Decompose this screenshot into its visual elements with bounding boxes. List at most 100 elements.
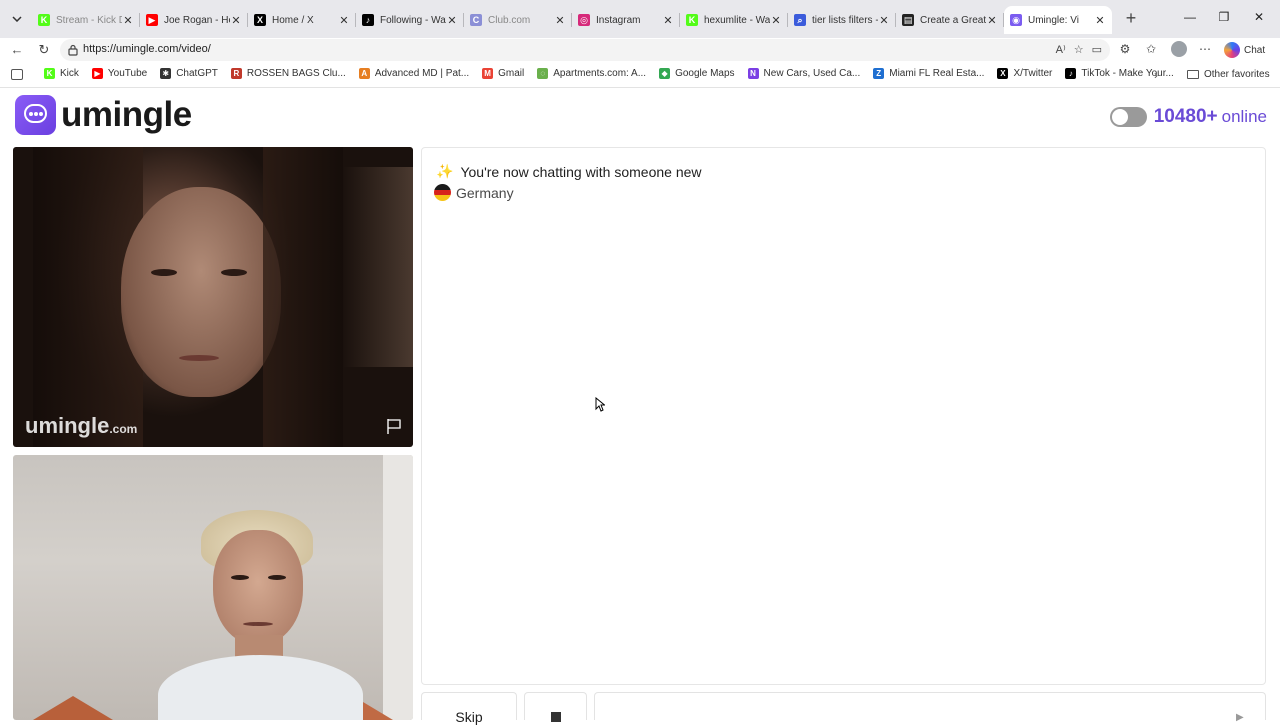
tab-close-icon[interactable]: ✕ — [878, 14, 890, 27]
online-count: 10480+ — [1153, 106, 1218, 127]
copilot-chat-label: Chat — [1244, 44, 1266, 56]
back-icon[interactable]: ← — [9, 42, 25, 58]
stranger-face — [121, 187, 281, 397]
bookmark-label: New Cars, Used Ca... — [763, 68, 861, 79]
browser-tab[interactable]: ♪ Following - Watc✕ — [356, 6, 464, 34]
theme-toggle[interactable] — [1109, 107, 1147, 127]
tab-title: Club.com — [488, 14, 531, 26]
close-window-icon[interactable]: ✕ — [1249, 10, 1269, 24]
browser-tab[interactable]: ▶ Joe Rogan - He I✕ — [140, 6, 248, 34]
address-bar[interactable]: https://umingle.com/video/ A⁾ ☆ ▭ — [60, 39, 1110, 61]
read-aloud-icon[interactable]: A⁾ — [1056, 43, 1066, 56]
refresh-icon[interactable]: ↻ — [36, 42, 52, 58]
tab-close-icon[interactable]: ✕ — [554, 14, 566, 27]
address-bar-icons: A⁾ ☆ ▭ — [1056, 43, 1102, 56]
site-logo[interactable]: umingle — [15, 95, 192, 135]
video-icon[interactable]: ▭ — [1092, 43, 1102, 56]
mouse-cursor-icon — [595, 397, 605, 412]
self-video — [13, 455, 413, 720]
browser-tab[interactable]: ▤ Create a Greater✕ — [896, 6, 1004, 34]
tab-title: Stream - Kick Da — [56, 14, 122, 26]
bookmark-label: X/Twitter — [1013, 68, 1053, 79]
bookmark-item[interactable]: X X/Twitter — [997, 68, 1052, 79]
favorite-star-icon[interactable]: ☆ — [1074, 43, 1084, 56]
bookmark-item[interactable]: M Gmail — [482, 68, 524, 79]
tab-title: Home / X — [272, 14, 314, 26]
other-favorites-folder[interactable]: Other favorites — [1187, 69, 1270, 80]
watermark-domain: .com — [109, 422, 138, 436]
more-bookmarks-chevron-icon[interactable]: › — [1154, 68, 1158, 82]
bookmark-label: ChatGPT — [176, 68, 218, 79]
bookmark-item[interactable]: K Kick — [44, 68, 79, 79]
bookmark-favicon-icon: ♪ — [1065, 68, 1077, 79]
bookmark-item[interactable]: N New Cars, Used Ca... — [747, 68, 861, 79]
browser-tab[interactable]: Khexumlite - Watc✕ — [680, 6, 788, 34]
tab-favicon-icon: ◎ — [578, 14, 590, 26]
bookmark-item[interactable]: A Advanced MD | Pat... — [358, 68, 469, 79]
stop-button[interactable] — [524, 692, 587, 722]
copilot-chat-button[interactable]: Chat — [1224, 41, 1265, 59]
extensions-icon[interactable]: ⚙ — [1117, 42, 1133, 56]
browser-tab[interactable]: X Home / X ✕ — [248, 6, 356, 34]
message-input[interactable] — [594, 692, 1266, 720]
bookmark-item[interactable]: ◆ Google Maps — [659, 68, 735, 79]
bookmark-favicon-icon: ◆ — [659, 68, 671, 79]
browser-tab[interactable]: ◉ Umingle: Vi ✕ — [1004, 6, 1112, 34]
profile-avatar[interactable] — [1171, 41, 1187, 57]
bookmark-item[interactable]: Z Miami FL Real Esta... — [873, 68, 984, 79]
skip-button[interactable]: Skip — [421, 692, 517, 725]
report-flag-icon[interactable] — [385, 417, 403, 435]
bookmark-favicon-icon: Z — [873, 68, 885, 79]
tab-close-icon[interactable]: ✕ — [770, 14, 782, 27]
other-favorites-label: Other favorites — [1204, 69, 1270, 80]
tab-close-icon[interactable]: ✕ — [122, 14, 134, 27]
bookmark-label: Kick — [60, 68, 79, 79]
tab-favicon-icon: K — [686, 14, 698, 26]
send-icon[interactable]: ▶ — [1236, 712, 1246, 723]
tab-title: tier lists filters - S — [812, 14, 878, 26]
tab-close-icon[interactable]: ✕ — [662, 14, 674, 27]
germany-flag-icon — [434, 184, 451, 201]
browser-tab-strip: KStream - Kick Da✕▶Joe Rogan - He I✕XHom… — [0, 0, 1280, 38]
browser-tab[interactable]: K Stream - Kick Da✕ — [32, 6, 140, 34]
tab-title: Instagram — [596, 14, 641, 26]
tab-close-icon[interactable]: ✕ — [446, 14, 458, 27]
minimize-icon[interactable]: — — [1180, 10, 1200, 24]
more-options-icon[interactable]: ⋯ — [1197, 42, 1213, 56]
folder-icon — [1187, 70, 1199, 79]
stranger-country: Germany — [434, 184, 514, 201]
bookmark-label: TikTok - Make Your... — [1081, 68, 1174, 79]
bookmark-favicon-icon: ✱ — [160, 68, 172, 79]
bookmark-item[interactable]: ✱ ChatGPT — [160, 68, 218, 79]
browser-tab[interactable]: C Club.com ✕ — [464, 6, 572, 34]
tab-close-icon[interactable]: ✕ — [230, 14, 242, 27]
bookmark-label: Apartments.com: A... — [553, 68, 647, 79]
browser-tab[interactable]: ◎ Instagram ✕ — [572, 6, 680, 34]
bookmark-favicon-icon: K — [44, 68, 55, 79]
system-message-text: You're now chatting with someone new — [460, 163, 702, 180]
restore-icon[interactable]: ❐ — [1214, 10, 1234, 24]
tab-close-icon[interactable]: ✕ — [338, 14, 350, 27]
browser-toolbar: ← ↻ https://umingle.com/video/ A⁾ ☆ ▭ ⚙ … — [0, 38, 1280, 62]
video-watermark: umingle.com — [25, 413, 137, 439]
tab-favicon-icon: ⌕ — [794, 14, 806, 26]
browser-tab[interactable]: ⌕ tier lists filters - S✕ — [788, 6, 896, 34]
bookmark-item[interactable]: ▶ YouTube — [91, 68, 147, 79]
reading-view-icon[interactable] — [11, 69, 23, 80]
tab-actions-menu-icon[interactable] — [8, 10, 26, 28]
bookmark-item[interactable]: R ROSSEN BAGS Clu... — [230, 68, 346, 79]
favorites-icon[interactable]: ✩ — [1143, 42, 1159, 56]
online-status: 10480+ online — [1109, 106, 1267, 128]
new-tab-button[interactable]: + — [1122, 9, 1140, 28]
country-name: Germany — [456, 184, 514, 201]
url-text[interactable]: https://umingle.com/video/ — [83, 43, 211, 55]
chat-panel: ✨ You're now chatting with someone new G… — [421, 147, 1266, 685]
site-info-icon[interactable] — [68, 44, 78, 56]
bookmark-favicon-icon: ◌ — [537, 68, 549, 79]
self-face — [213, 530, 303, 645]
bookmark-item[interactable]: ◌ Apartments.com: A... — [537, 68, 646, 79]
tab-close-icon[interactable]: ✕ — [986, 14, 998, 27]
online-label: online — [1221, 107, 1267, 126]
tab-favicon-icon: ◉ — [1010, 14, 1022, 26]
tab-close-icon[interactable]: ✕ — [1094, 14, 1106, 27]
